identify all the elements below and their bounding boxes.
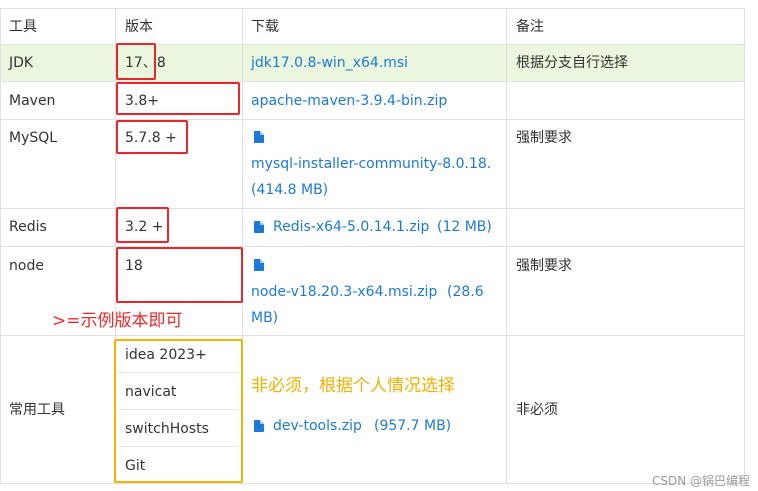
- note-jdk: 根据分支自行选择: [516, 55, 628, 71]
- table-border: [0, 483, 745, 484]
- table-border: [744, 8, 745, 484]
- header-version: 版本: [125, 19, 153, 35]
- note-common: 非必须: [516, 402, 558, 418]
- header-download: 下载: [251, 19, 279, 35]
- highlight-box-maven-version: [116, 82, 240, 115]
- table-border: [0, 246, 745, 247]
- header-tool: 工具: [9, 19, 37, 35]
- note-node: 强制要求: [516, 258, 572, 274]
- version-hint-annotation: >=示例版本即可: [52, 311, 183, 331]
- download-size-node[interactable]: (28.6: [447, 282, 484, 302]
- download-link-node[interactable]: node-v18.20.3-x64.msi.zip: [251, 282, 437, 302]
- tool-node: node: [9, 258, 44, 274]
- note-mysql: 强制要求: [516, 130, 572, 146]
- tool-redis: Redis: [9, 219, 47, 235]
- highlight-box-redis-version: [116, 207, 169, 243]
- download-link-jdk[interactable]: jdk17.0.8-win_x64.msi: [251, 53, 408, 73]
- file-icon: [254, 420, 264, 432]
- table-border: [0, 335, 745, 336]
- download-size-node-cont[interactable]: MB): [251, 308, 278, 328]
- file-icon: [254, 131, 264, 143]
- table-border: [0, 8, 1, 484]
- tools-table: 工具 版本 下载 备注 JDK 17、8 jdk17.0.8-win_x64.m…: [0, 0, 745, 484]
- header-note: 备注: [516, 19, 544, 35]
- tool-jdk: JDK: [9, 55, 34, 71]
- watermark: CSDN @锅巴编程: [651, 474, 750, 488]
- table-border: [0, 44, 745, 45]
- file-icon: [254, 259, 264, 271]
- download-link-mysql[interactable]: mysql-installer-community-8.0.18.: [251, 154, 491, 174]
- download-size-redis[interactable]: (12 MB): [437, 217, 492, 237]
- highlight-box-jdk-version: [116, 43, 156, 80]
- file-icon: [254, 221, 264, 233]
- download-link-devtools[interactable]: dev-tools.zip: [273, 416, 362, 436]
- highlight-box-node-version: [116, 247, 243, 303]
- table-border: [0, 119, 745, 120]
- tools-hint-annotation: 非必须，根据个人情况选择: [251, 376, 455, 396]
- tool-maven: Maven: [9, 93, 56, 109]
- tool-common: 常用工具: [9, 402, 65, 418]
- download-link-maven[interactable]: apache-maven-3.9.4-bin.zip: [251, 91, 447, 111]
- table-border: [0, 81, 745, 82]
- table-border: [0, 8, 745, 9]
- download-size-devtools[interactable]: (957.7 MB): [374, 416, 451, 436]
- download-size-mysql[interactable]: (414.8 MB): [251, 180, 328, 200]
- tool-mysql: MySQL: [9, 130, 58, 146]
- highlight-box-mysql-version: [116, 120, 188, 154]
- table-border: [0, 208, 745, 209]
- download-link-redis[interactable]: Redis-x64-5.0.14.1.zip: [273, 217, 429, 237]
- table-border: [506, 8, 507, 484]
- highlight-box-tools: [114, 339, 243, 483]
